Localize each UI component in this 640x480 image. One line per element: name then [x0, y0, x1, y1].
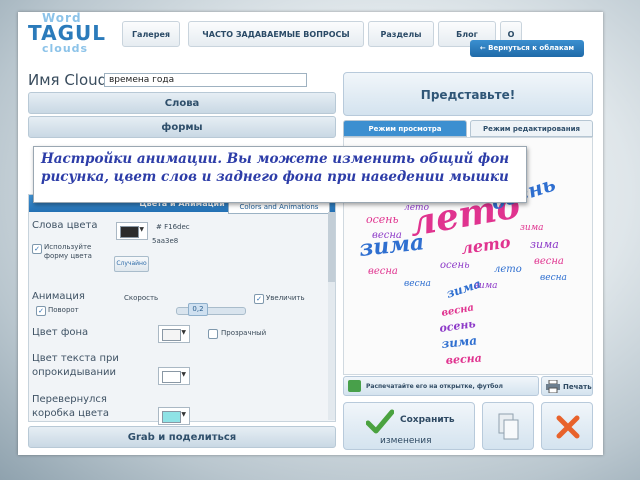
print-on-postcard-button[interactable]: Распечатайте его на открытке, футбол — [343, 376, 539, 396]
imagine-button[interactable]: Представьте! — [343, 72, 593, 116]
hover-text-color-picker[interactable]: ▼ — [158, 367, 190, 385]
chevron-down-icon: ▼ — [139, 226, 144, 233]
printer-icon — [546, 380, 560, 393]
cloud-word: весна — [404, 279, 431, 289]
grab-and-share-button[interactable]: Grab и поделиться — [28, 426, 336, 448]
word-color-swatch — [120, 226, 139, 238]
back-to-clouds-button[interactable]: ← Вернуться к облакам — [470, 40, 584, 57]
speed-label: Скорость — [124, 294, 159, 302]
checkmark-icon — [366, 409, 394, 434]
hover-text-color-swatch — [162, 371, 181, 383]
copy-button[interactable] — [482, 402, 534, 450]
print-label: Печать — [563, 383, 592, 391]
cloud-word: осень — [366, 213, 399, 226]
hex-color-2: 5aa3e8 — [152, 237, 179, 245]
word-color-picker[interactable]: ▼ — [116, 222, 148, 240]
cloud-name-input[interactable]: времена года — [104, 73, 307, 87]
flipped-box-color-picker[interactable]: ▼ — [158, 407, 190, 425]
cloud-word: зима — [530, 238, 559, 251]
cloud-word: весна — [540, 273, 567, 283]
tagul-logo[interactable]: Word TAGUL clouds — [24, 12, 114, 56]
transparent-label: Прозрачный — [221, 329, 267, 337]
cloud-word: весна — [368, 266, 398, 277]
nav-tab-faq[interactable]: ЧАСТО ЗАДАВАЕМЫЕ ВОПРОСЫ — [188, 21, 364, 47]
save-label: Сохранить — [400, 415, 455, 425]
print-on-postcard-label: Распечатайте его на открытке, футбол — [366, 383, 503, 390]
copy-icon — [498, 413, 519, 440]
cloud-word: весна — [445, 352, 482, 367]
cloud-word: лето — [494, 264, 522, 275]
cloud-name-label: Имя Cloud: — [28, 71, 113, 89]
chevron-down-icon: ▼ — [181, 329, 186, 336]
save-changes-button[interactable]: Сохранить изменения — [343, 402, 475, 450]
print-button[interactable]: Печать — [541, 376, 593, 396]
scroll-thumb[interactable] — [328, 212, 335, 282]
word-colors-label: Слова цвета — [32, 220, 98, 231]
nav-tab-gallery[interactable]: Галерея — [122, 21, 180, 47]
tab-edit-mode[interactable]: Режим редактирования — [470, 120, 593, 137]
flipped-box-color-swatch — [162, 411, 181, 423]
panel-scrollbar[interactable] — [328, 212, 335, 420]
discard-button[interactable] — [541, 402, 593, 450]
use-shape-color-checkbox[interactable]: ✓ — [32, 244, 42, 254]
app-window: Word TAGUL clouds Галерея ЧАСТО ЗАДАВАЕМ… — [18, 12, 603, 455]
cloud-word: весна — [441, 302, 475, 319]
cloud-word: зима — [474, 281, 498, 291]
close-icon — [556, 415, 580, 439]
tab-preview-mode[interactable]: Режим просмотра — [343, 120, 467, 137]
cloud-word: весна — [534, 256, 564, 267]
nav-tab-sections[interactable]: Разделы — [368, 21, 434, 47]
chevron-down-icon: ▼ — [181, 371, 186, 378]
cloud-word: осень — [440, 260, 470, 271]
transparent-checkbox[interactable] — [208, 329, 218, 339]
cloud-word: зима — [520, 223, 544, 233]
speed-slider[interactable] — [176, 307, 246, 315]
save-sublabel: изменения — [380, 436, 432, 446]
background-color-label: Цвет фона — [32, 327, 89, 338]
background-color-picker[interactable]: ▼ — [158, 325, 190, 343]
cloud-word: лето — [404, 203, 430, 213]
instruction-callout: Настройки анимации. Вы можете изменить о… — [33, 146, 527, 203]
shapes-section-button[interactable]: формы — [28, 116, 336, 138]
animation-label: Анимация — [32, 291, 85, 302]
use-shape-color-label: Используйте форму цвета — [44, 243, 92, 260]
cloud-word: лето — [460, 232, 512, 258]
words-section-button[interactable]: Слова — [28, 92, 336, 114]
hover-text-color-label: Цвет текста при опрокидывании — [32, 353, 119, 378]
chevron-down-icon: ▼ — [181, 411, 186, 418]
speed-value[interactable]: 0,2 — [188, 303, 208, 316]
postcard-icon — [348, 380, 361, 392]
background-color-swatch — [162, 329, 181, 341]
cloud-word: зима — [441, 333, 478, 351]
cloud-word: осень — [439, 317, 477, 335]
logo-clouds: clouds — [42, 42, 89, 55]
rotate-checkbox[interactable]: ✓ — [36, 306, 46, 316]
random-color-button[interactable]: Случайно — [114, 256, 149, 272]
increase-checkbox[interactable]: ✓ — [254, 294, 264, 304]
increase-label: Увеличить — [266, 294, 305, 302]
rotate-label: Поворот — [48, 306, 79, 314]
hex-color-1: # F16dec — [156, 223, 190, 231]
cloud-word: зима — [358, 229, 426, 262]
flipped-box-color-label: Перевернулся коробка цвета — [32, 394, 109, 419]
